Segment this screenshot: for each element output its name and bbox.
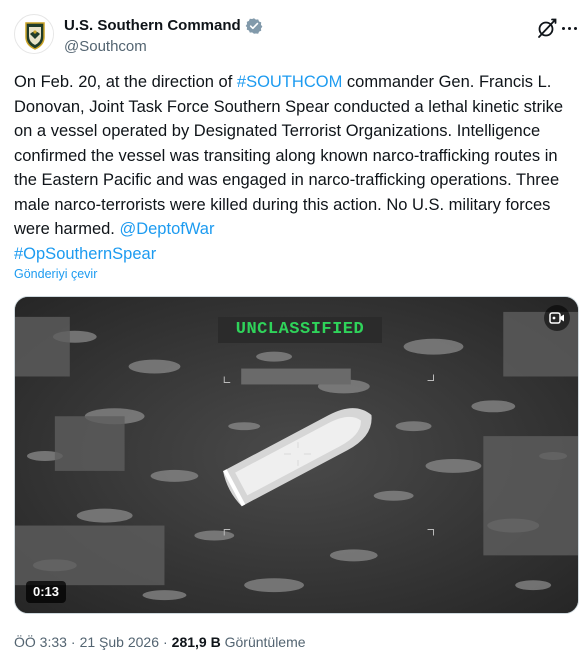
meta-separator: · bbox=[163, 634, 168, 650]
views-label: Görüntüleme bbox=[224, 634, 306, 650]
southcom-seal-icon bbox=[16, 16, 53, 53]
display-name-row[interactable]: U.S. Southern Command bbox=[64, 16, 263, 36]
video-camera-icon[interactable] bbox=[544, 305, 570, 331]
verified-badge-icon bbox=[245, 18, 263, 34]
more-options-icon[interactable] bbox=[559, 16, 579, 40]
tweet-header: U.S. Southern Command @Southcom bbox=[14, 10, 579, 66]
hashtag-opsouthernspear-link[interactable]: #OpSouthernSpear bbox=[14, 245, 156, 263]
tweet-date[interactable]: 21 Şub 2026 bbox=[80, 634, 159, 650]
meta-separator: · bbox=[70, 634, 76, 650]
tweet-text-part: commander Gen. Francis L. Donovan, Joint… bbox=[14, 73, 564, 238]
views-count: 281,9 B bbox=[171, 634, 221, 650]
display-name[interactable]: U.S. Southern Command bbox=[64, 16, 241, 36]
translate-post-link[interactable]: Gönderiyi çevir bbox=[14, 267, 97, 281]
mention-deptofwar-link[interactable]: @DeptofWar bbox=[119, 220, 214, 238]
tweet-time[interactable]: ÖÖ 3:33 bbox=[14, 634, 67, 650]
video-frame bbox=[15, 297, 578, 613]
video-player[interactable]: UNCLASSIFIED 0:13 bbox=[14, 296, 579, 614]
handle[interactable]: @Southcom bbox=[64, 37, 263, 57]
avatar[interactable] bbox=[14, 14, 54, 54]
video-duration: 0:13 bbox=[26, 581, 67, 603]
tweet-text-part: On Feb. 20, at the direction of bbox=[14, 73, 237, 91]
grok-icon[interactable] bbox=[535, 16, 559, 40]
tweet-text: On Feb. 20, at the direction of #SOUTHCO… bbox=[14, 70, 580, 266]
hashtag-southcom-link[interactable]: #SOUTHCOM bbox=[237, 73, 342, 91]
unclassified-label: UNCLASSIFIED bbox=[218, 317, 382, 343]
tweet-meta: ÖÖ 3:33 · 21 Şub 2026 · 281,9 B Görüntüleme bbox=[14, 633, 306, 651]
